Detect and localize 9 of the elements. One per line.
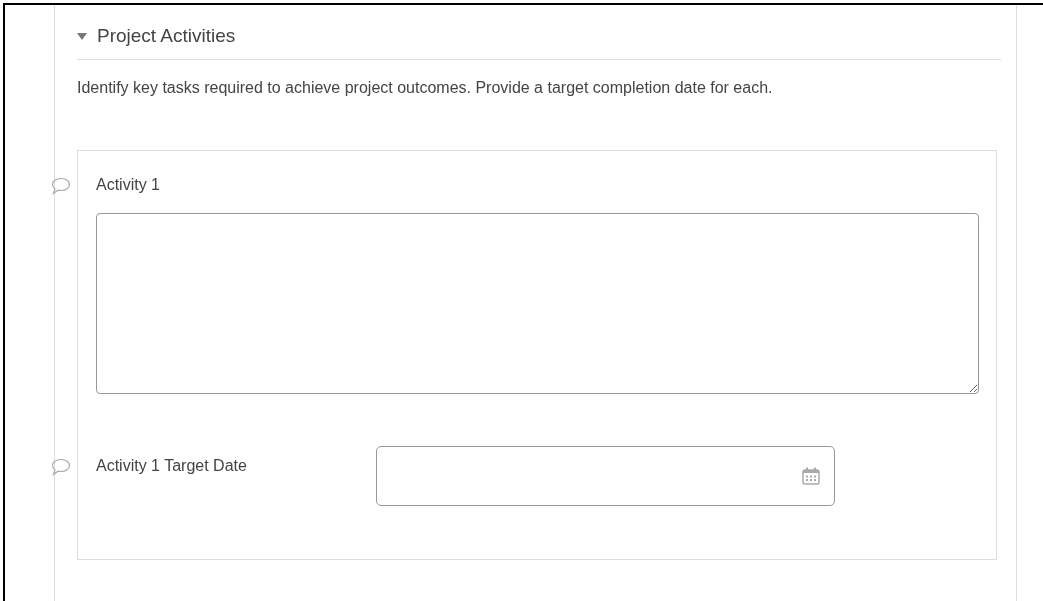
field-label: Activity 1 [96,174,161,195]
comment-icon[interactable] [51,457,71,476]
date-field[interactable] [376,445,835,506]
collapse-icon[interactable] [77,32,87,41]
section-description: Identify key tasks required to achieve project outcomes. Provide a target completion date for each. [77,77,774,98]
section-title: Project Activities [97,24,236,48]
comment-icon[interactable] [51,176,71,195]
field-label: Activity 1 Target Date [96,455,248,476]
calendar-icon[interactable] [802,466,820,485]
